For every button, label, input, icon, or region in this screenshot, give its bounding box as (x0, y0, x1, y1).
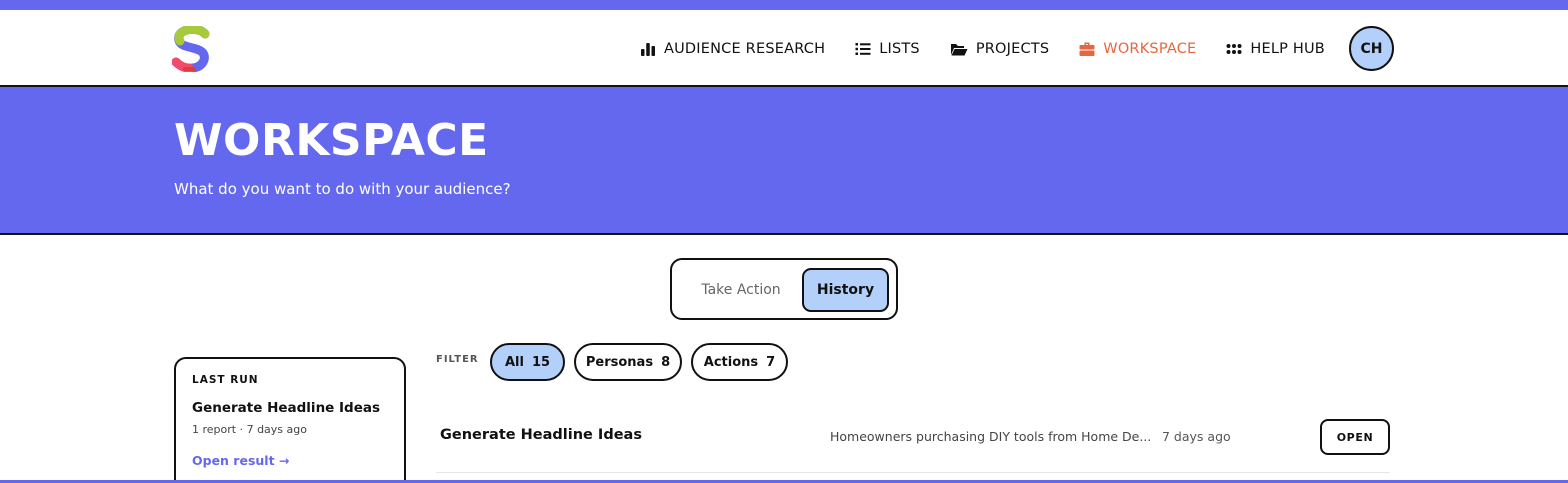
filter-label: FILTER (436, 354, 479, 365)
nav-item-audience-research[interactable]: AUDIENCE RESEARCH (640, 41, 825, 57)
nav-item-workspace[interactable]: WORKSPACE (1079, 41, 1196, 57)
logo-mark-icon (171, 24, 210, 73)
main-nav: AUDIENCE RESEARCH LISTS PROJECTS WORKSPA… (640, 10, 1355, 87)
chip-label: Actions (703, 354, 759, 370)
tab-history[interactable]: History (802, 268, 889, 312)
nav-item-lists[interactable]: LISTS (855, 41, 920, 57)
nav-item-label: PROJECTS (975, 40, 1050, 57)
page-subtitle: What do you want to do with your audienc… (174, 180, 511, 198)
nav-item-label: WORKSPACE (1103, 40, 1197, 57)
row-divider (436, 472, 1390, 473)
top-accent-bar (0, 0, 1568, 10)
nav-item-label: HELP HUB (1250, 40, 1325, 57)
page-hero: WORKSPACE What do you want to do with yo… (0, 87, 1568, 235)
nav-item-projects[interactable]: PROJECTS (950, 41, 1049, 57)
last-run-label: LAST RUN (192, 374, 259, 386)
last-run-meta: 1 report · 7 days ago (192, 423, 307, 436)
chip-count: 15 (531, 354, 551, 370)
chip-count: 8 (661, 354, 671, 370)
view-toggle: Take Action History (670, 258, 898, 320)
page-title: WORKSPACE (174, 115, 489, 166)
history-row-time: 7 days ago (1162, 429, 1231, 444)
open-button[interactable]: OPEN (1320, 419, 1390, 455)
last-run-title: Generate Headline Ideas (192, 400, 381, 416)
filter-chip-all[interactable]: All 15 (490, 343, 565, 381)
history-row-title: Generate Headline Ideas (440, 427, 642, 443)
chip-label: Personas (585, 354, 654, 370)
filter-chip-actions[interactable]: Actions 7 (691, 343, 788, 381)
top-navbar: AUDIENCE RESEARCH LISTS PROJECTS WORKSPA… (0, 10, 1568, 87)
filter-chip-personas[interactable]: Personas 8 (574, 343, 682, 381)
last-run-card: LAST RUN Generate Headline Ideas 1 repor… (174, 357, 406, 483)
nav-item-help-hub[interactable]: HELP HUB (1226, 41, 1325, 57)
nav-item-label: AUDIENCE RESEARCH (664, 40, 826, 57)
chip-label: All (504, 354, 524, 370)
logo[interactable] (171, 24, 212, 73)
open-result-link[interactable]: Open result → (192, 453, 289, 468)
tab-take-action[interactable]: Take Action (680, 268, 802, 312)
list-icon (855, 42, 871, 55)
briefcase-icon (1079, 42, 1095, 56)
folder-open-icon (950, 43, 968, 55)
history-row-description: Homeowners purchasing DIY tools from Hom… (830, 429, 1152, 444)
user-avatar[interactable]: CH (1349, 26, 1394, 71)
nav-item-label: LISTS (879, 40, 920, 57)
chip-count: 7 (766, 354, 776, 370)
bar-chart-icon (641, 42, 655, 56)
grid-dots-icon (1226, 43, 1242, 54)
